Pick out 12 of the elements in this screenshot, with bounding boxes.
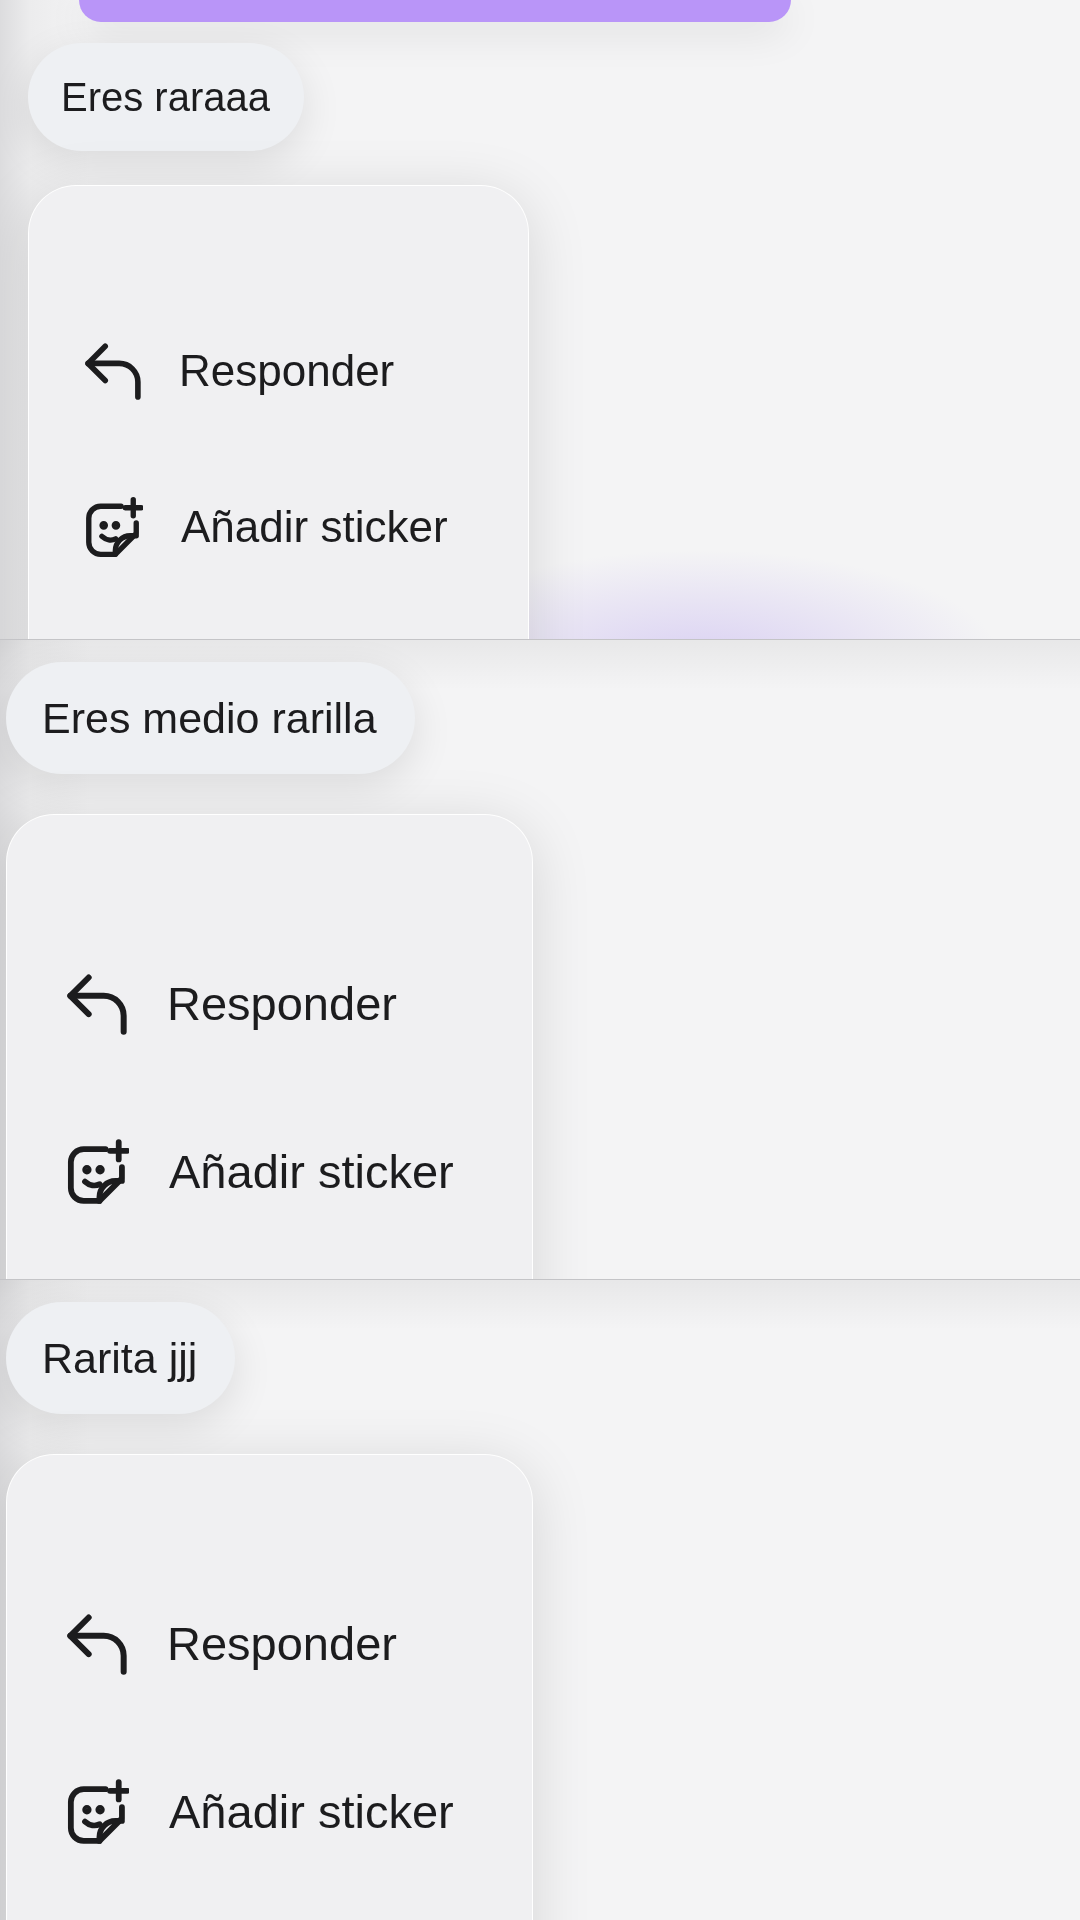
- smiley-sticker-plus-icon: [67, 1779, 129, 1844]
- reply-option[interactable]: Responder: [63, 971, 401, 1037]
- smiley-sticker-plus-icon: [67, 1139, 129, 1204]
- smiley-sticker-plus-icon: [85, 497, 143, 557]
- message-bubble: Eres raraaa: [28, 43, 304, 151]
- reply-option[interactable]: Responder: [63, 1611, 401, 1677]
- add-sticker-option[interactable]: Añadir sticker: [63, 1777, 458, 1846]
- message-bubble: Rarita jjj: [6, 1302, 236, 1414]
- reply-option[interactable]: Responder: [81, 339, 399, 403]
- message-bubble: Eres medio rarilla: [6, 662, 415, 774]
- add-sticker-option[interactable]: Añadir sticker: [63, 1137, 458, 1206]
- add-sticker-option[interactable]: Añadir sticker: [81, 495, 452, 559]
